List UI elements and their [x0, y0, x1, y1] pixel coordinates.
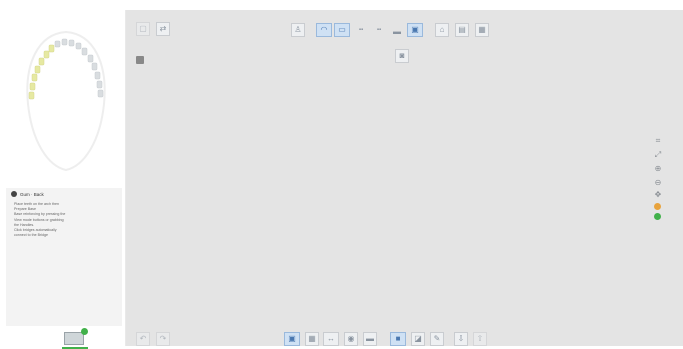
instructions-title-text: Gum · Back	[20, 191, 44, 197]
jaw-lower-icon[interactable]: ▣	[407, 23, 423, 37]
scan-thumbnail-button[interactable]	[62, 328, 88, 349]
tag-icon[interactable]: ⌂	[435, 23, 449, 37]
instructions-text: Place teeth on the arch then Prepare Bas…	[14, 202, 119, 238]
arch-view-icon[interactable]: ◠	[316, 23, 332, 37]
title-strip	[0, 0, 683, 10]
expand-icon[interactable]: ⤢	[653, 150, 663, 159]
tooth-icon[interactable]: ♙	[291, 23, 305, 37]
front-back-icon[interactable]: ▪▪	[371, 23, 387, 37]
swap-icon[interactable]: ⇄	[156, 22, 170, 36]
instructions-panel: Gum · Back Place teeth on the arch then …	[6, 188, 122, 326]
lower-jaw-icon[interactable]: ◙	[395, 49, 409, 63]
layers-icon[interactable]: ◪	[411, 332, 425, 346]
select-icon[interactable]: ▣	[284, 332, 300, 346]
measure-icon[interactable]: ↔	[323, 332, 339, 346]
frame-icon[interactable]: ▢	[136, 22, 150, 36]
camera-icon[interactable]: ▦	[475, 23, 489, 37]
info-icon	[11, 191, 17, 197]
eye-icon[interactable]: ◉	[344, 332, 358, 346]
dental-arch-preview[interactable]	[18, 24, 114, 174]
clipboard-icon[interactable]: ▤	[455, 23, 469, 37]
instruction-line: connect to the Bridge	[14, 233, 48, 238]
check-badge-icon	[81, 328, 88, 335]
import-icon[interactable]: ⇧	[473, 332, 487, 346]
fit-icon[interactable]: ⌗	[653, 136, 663, 145]
zoom-in-icon[interactable]: ⊕	[653, 164, 663, 173]
export-icon[interactable]: ⇩	[454, 332, 468, 346]
pan-icon[interactable]: ✥	[653, 190, 663, 199]
row-view-icon[interactable]: ▪▪	[353, 23, 369, 37]
cube-icon[interactable]: ■	[390, 332, 406, 346]
jaw-upper-icon[interactable]: ▬	[389, 25, 405, 37]
green-dot-icon[interactable]	[654, 213, 661, 220]
zoom-out-icon[interactable]: ⊖	[653, 178, 663, 187]
3d-viewport[interactable]: ▢ ⇄ ♙ ◠ ▭ ▪▪ ▪▪ ▬ ▣ ⌂ ▤ ▦ ◙ ⌗ ⤢ ⊕ ⊖ ✥ ↶ …	[126, 10, 683, 346]
layer-icon[interactable]	[136, 56, 144, 64]
multi-view-icon[interactable]: ▭	[334, 23, 350, 37]
color-dot-icon[interactable]	[654, 203, 661, 210]
grid-icon[interactable]: ▦	[305, 332, 319, 346]
left-panel: Gum · Back Place teeth on the arch then …	[0, 10, 126, 349]
undo-icon[interactable]: ↶	[136, 332, 150, 346]
instructions-title: Gum · Back	[11, 191, 44, 197]
brush-icon[interactable]: ✎	[430, 332, 444, 346]
print-icon[interactable]: ▬	[363, 332, 377, 346]
redo-icon[interactable]: ↷	[156, 332, 170, 346]
